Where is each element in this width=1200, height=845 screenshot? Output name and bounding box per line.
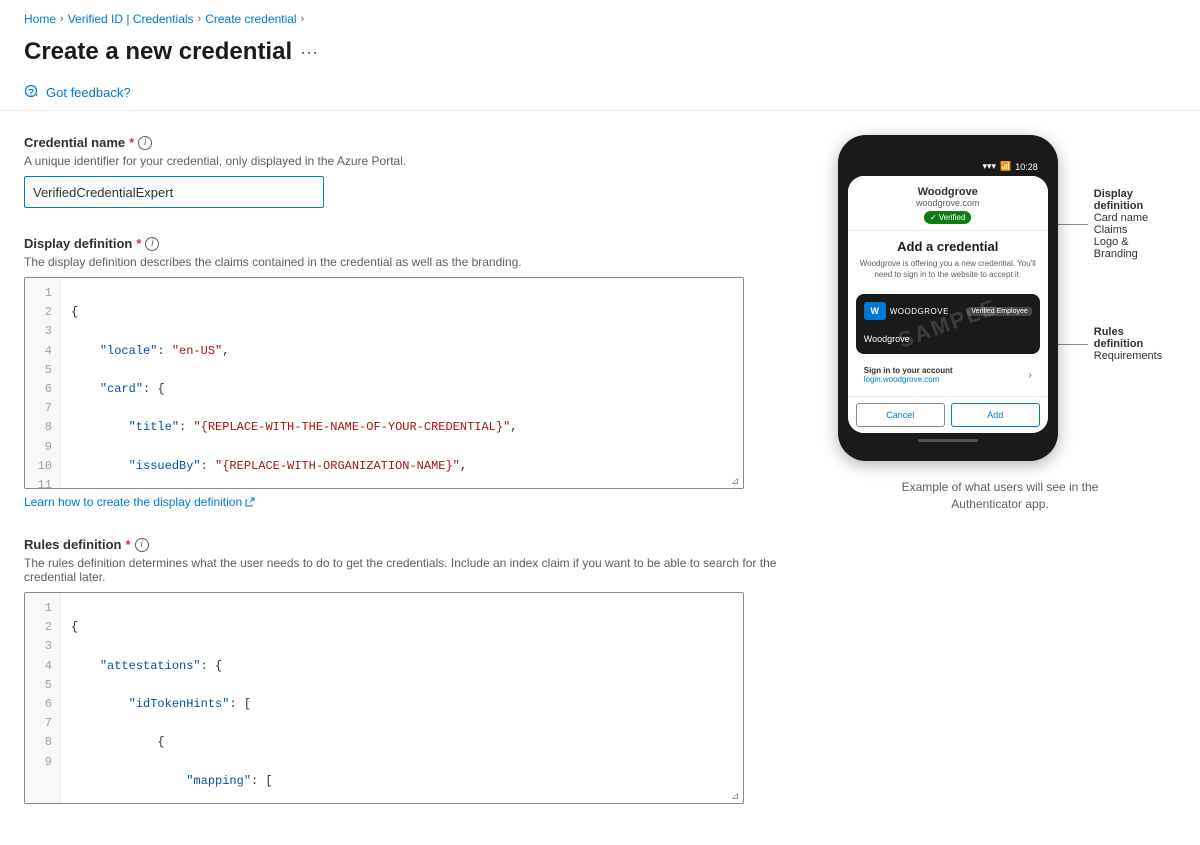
- credential-name-info-icon[interactable]: i: [138, 136, 152, 150]
- rules-def-required: *: [126, 537, 131, 552]
- breadcrumb-create[interactable]: Create credential: [205, 12, 296, 26]
- phone-org-header: Woodgrove woodgrove.com ✓Verified: [848, 176, 1048, 231]
- rules-def-info-icon[interactable]: i: [135, 538, 149, 552]
- phone-notch: [928, 149, 968, 157]
- more-options-icon[interactable]: ···: [300, 42, 318, 63]
- phone-org-name: Woodgrove: [856, 186, 1040, 198]
- breadcrumb-sep2: ›: [198, 13, 202, 25]
- annotation-rules-def: Rules definition Requirements: [1058, 326, 1162, 362]
- preview-with-annotations: ▾▾▾ 📶 10:28 Woodgrove woodgrove.com ✓Ver…: [838, 135, 1162, 473]
- phone-home-bar: [918, 439, 978, 442]
- phone-sign-in-title: Sign in to your account: [864, 366, 953, 375]
- credential-name-section: Credential name * i A unique identifier …: [24, 135, 784, 208]
- phone-add-cred-title: Add a credential: [856, 239, 1040, 254]
- page-title-row: Create a new credential ···: [0, 34, 1200, 78]
- phone-org-domain: woodgrove.com: [856, 198, 1040, 208]
- rules-def-desc: The rules definition determines what the…: [24, 556, 784, 584]
- rules-def-line-numbers: 12345 6789: [25, 593, 61, 803]
- phone-verified-badge: ✓Verified: [924, 211, 971, 224]
- display-definition-editor[interactable]: 12345 67891011 { "locale": "en-US", "car…: [24, 277, 744, 489]
- breadcrumb-home[interactable]: Home: [24, 12, 56, 26]
- annotation-text-display: Display definition Card name Claims Logo…: [1094, 188, 1148, 260]
- phone-add-button[interactable]: Add: [951, 403, 1040, 427]
- preview-caption: Example of what users will see in the Au…: [890, 479, 1110, 513]
- display-def-line-numbers: 12345 67891011: [25, 278, 61, 488]
- display-definition-label: Display definition * i: [24, 236, 784, 251]
- annotation-text-rules: Rules definition Requirements: [1094, 326, 1162, 362]
- credential-name-input[interactable]: [24, 176, 324, 208]
- phone-status-bar: ▾▾▾ 📶 10:28: [848, 157, 1048, 176]
- rules-def-code[interactable]: { "attestations": { "idTokenHints": [ { …: [61, 593, 743, 803]
- rules-definition-section: Rules definition * i The rules definitio…: [24, 537, 784, 804]
- display-def-learn-link[interactable]: Learn how to create the display definiti…: [24, 495, 255, 509]
- breadcrumb: Home › Verified ID | Credentials › Creat…: [0, 0, 1200, 34]
- rules-def-resize-handle[interactable]: ⊿: [731, 791, 743, 803]
- rules-definition-label: Rules definition * i: [24, 537, 784, 552]
- display-def-resize-handle[interactable]: ⊿: [731, 476, 743, 488]
- feedback-icon: [24, 84, 40, 100]
- feedback-bar[interactable]: Got feedback?: [0, 78, 1200, 111]
- credential-name-desc: A unique identifier for your credential,…: [24, 154, 784, 168]
- phone-home-indicator: [848, 433, 1048, 447]
- breadcrumb-verified-id[interactable]: Verified ID | Credentials: [68, 12, 194, 26]
- annotation-display-def: Display definition Card name Claims Logo…: [1058, 188, 1162, 260]
- external-link-icon: [245, 497, 255, 507]
- display-def-code[interactable]: { "locale": "en-US", "card": { "title": …: [61, 278, 743, 488]
- phone-mockup: ▾▾▾ 📶 10:28 Woodgrove woodgrove.com ✓Ver…: [838, 135, 1058, 461]
- phone-sign-in-link: login.woodgrove.com: [864, 375, 953, 384]
- phone-add-credential: Add a credential Woodgrove is offering y…: [848, 231, 1048, 288]
- annotation-line-1: [1058, 224, 1088, 225]
- display-def-required: *: [136, 236, 141, 251]
- phone-outer: ▾▾▾ 📶 10:28 Woodgrove woodgrove.com ✓Ver…: [838, 135, 1058, 461]
- breadcrumb-sep3: ›: [301, 13, 305, 25]
- breadcrumb-sep1: ›: [60, 13, 64, 25]
- phone-actions: Cancel Add: [848, 396, 1048, 433]
- feedback-label: Got feedback?: [46, 85, 131, 100]
- credential-name-label: Credential name * i: [24, 135, 784, 150]
- annotation-lines: Display definition Card name Claims Logo…: [1058, 135, 1162, 415]
- preview-area: ▾▾▾ 📶 10:28 Woodgrove woodgrove.com ✓Ver…: [784, 135, 1176, 832]
- phone-credential-card: W WOODGROVE Verified Employee Woodgrove …: [856, 294, 1040, 354]
- phone-add-cred-desc: Woodgrove is offering you a new credenti…: [856, 258, 1040, 280]
- display-def-desc: The display definition describes the cla…: [24, 255, 784, 269]
- display-definition-section: Display definition * i The display defin…: [24, 236, 784, 509]
- phone-cancel-button[interactable]: Cancel: [856, 403, 945, 427]
- credential-name-required: *: [129, 135, 134, 150]
- annotation-line-2: [1058, 344, 1088, 345]
- form-area: Credential name * i A unique identifier …: [24, 135, 784, 832]
- display-def-info-icon[interactable]: i: [145, 237, 159, 251]
- phone-screen: Woodgrove woodgrove.com ✓Verified Add a …: [848, 176, 1048, 433]
- phone-sign-in: Sign in to your account login.woodgrove.…: [856, 360, 1040, 390]
- page-title: Create a new credential: [24, 38, 292, 66]
- rules-definition-editor[interactable]: 12345 6789 { "attestations": { "idTokenH…: [24, 592, 744, 804]
- phone-logo-initial: W: [864, 302, 886, 320]
- main-layout: Credential name * i A unique identifier …: [0, 111, 1200, 832]
- phone-chevron-icon: ›: [1028, 370, 1031, 381]
